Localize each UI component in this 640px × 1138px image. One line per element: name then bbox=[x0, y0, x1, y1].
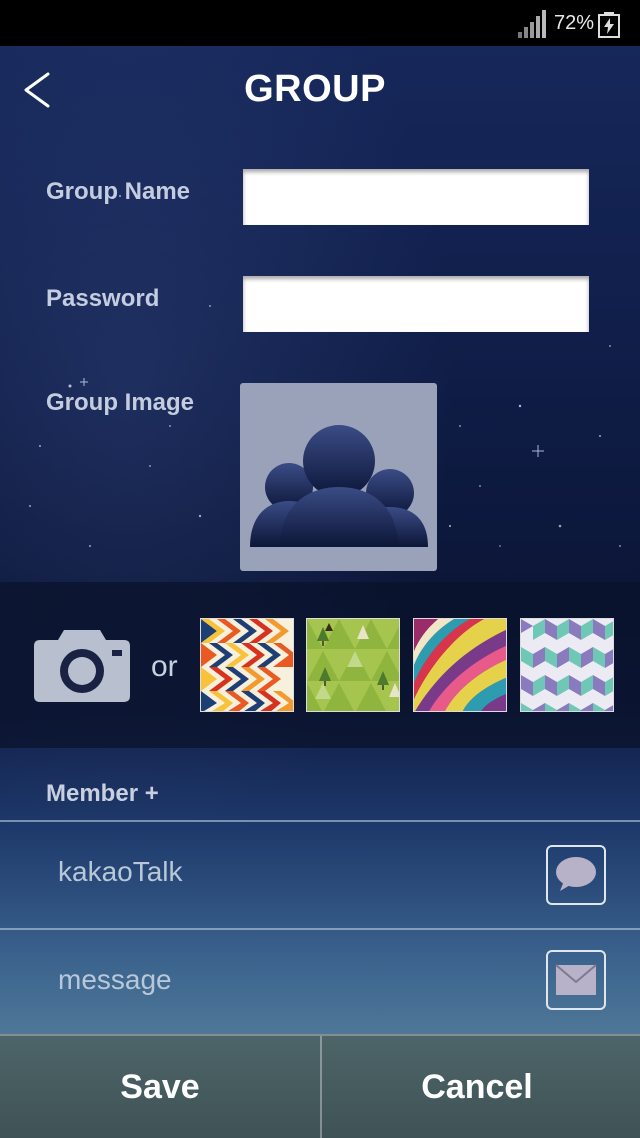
page-title: GROUP bbox=[244, 68, 386, 110]
group-name-input[interactable] bbox=[243, 169, 589, 225]
group-image-label: Group Image bbox=[46, 389, 195, 416]
battery-percent: 72% bbox=[553, 12, 594, 34]
list-item-message[interactable]: message bbox=[0, 930, 640, 1036]
password-label: Password bbox=[46, 285, 160, 312]
cancel-button[interactable]: Cancel bbox=[322, 1036, 632, 1138]
message-invite-button[interactable] bbox=[546, 950, 606, 1010]
kakaotalk-label: kakaoTalk bbox=[58, 856, 183, 887]
bottom-action-bar: Save Cancel bbox=[0, 1034, 640, 1138]
stripes-pattern[interactable] bbox=[413, 618, 507, 712]
kakaotalk-invite-button[interactable] bbox=[546, 845, 606, 905]
envelope-icon bbox=[555, 964, 597, 995]
save-button[interactable]: Save bbox=[0, 1036, 320, 1138]
triangle-trees-pattern[interactable] bbox=[306, 618, 400, 712]
signal-bars-icon bbox=[518, 10, 546, 38]
chat-bubble-icon bbox=[556, 857, 596, 891]
cubes-pattern[interactable] bbox=[520, 618, 614, 712]
or-text: or bbox=[151, 650, 178, 683]
camera-icon[interactable] bbox=[34, 628, 130, 702]
battery-charging-icon bbox=[598, 12, 620, 38]
chevron-pattern[interactable] bbox=[200, 618, 294, 712]
group-people-icon bbox=[250, 425, 428, 547]
status-bar: 72% bbox=[0, 0, 640, 46]
password-input[interactable] bbox=[243, 276, 589, 332]
add-member-button[interactable]: Member + bbox=[46, 780, 159, 808]
group-name-label: Group Name bbox=[46, 178, 191, 205]
list-item-kakaotalk[interactable]: kakaoTalk bbox=[0, 822, 640, 928]
message-label: message bbox=[58, 964, 172, 995]
group-image-preview[interactable] bbox=[240, 383, 437, 571]
